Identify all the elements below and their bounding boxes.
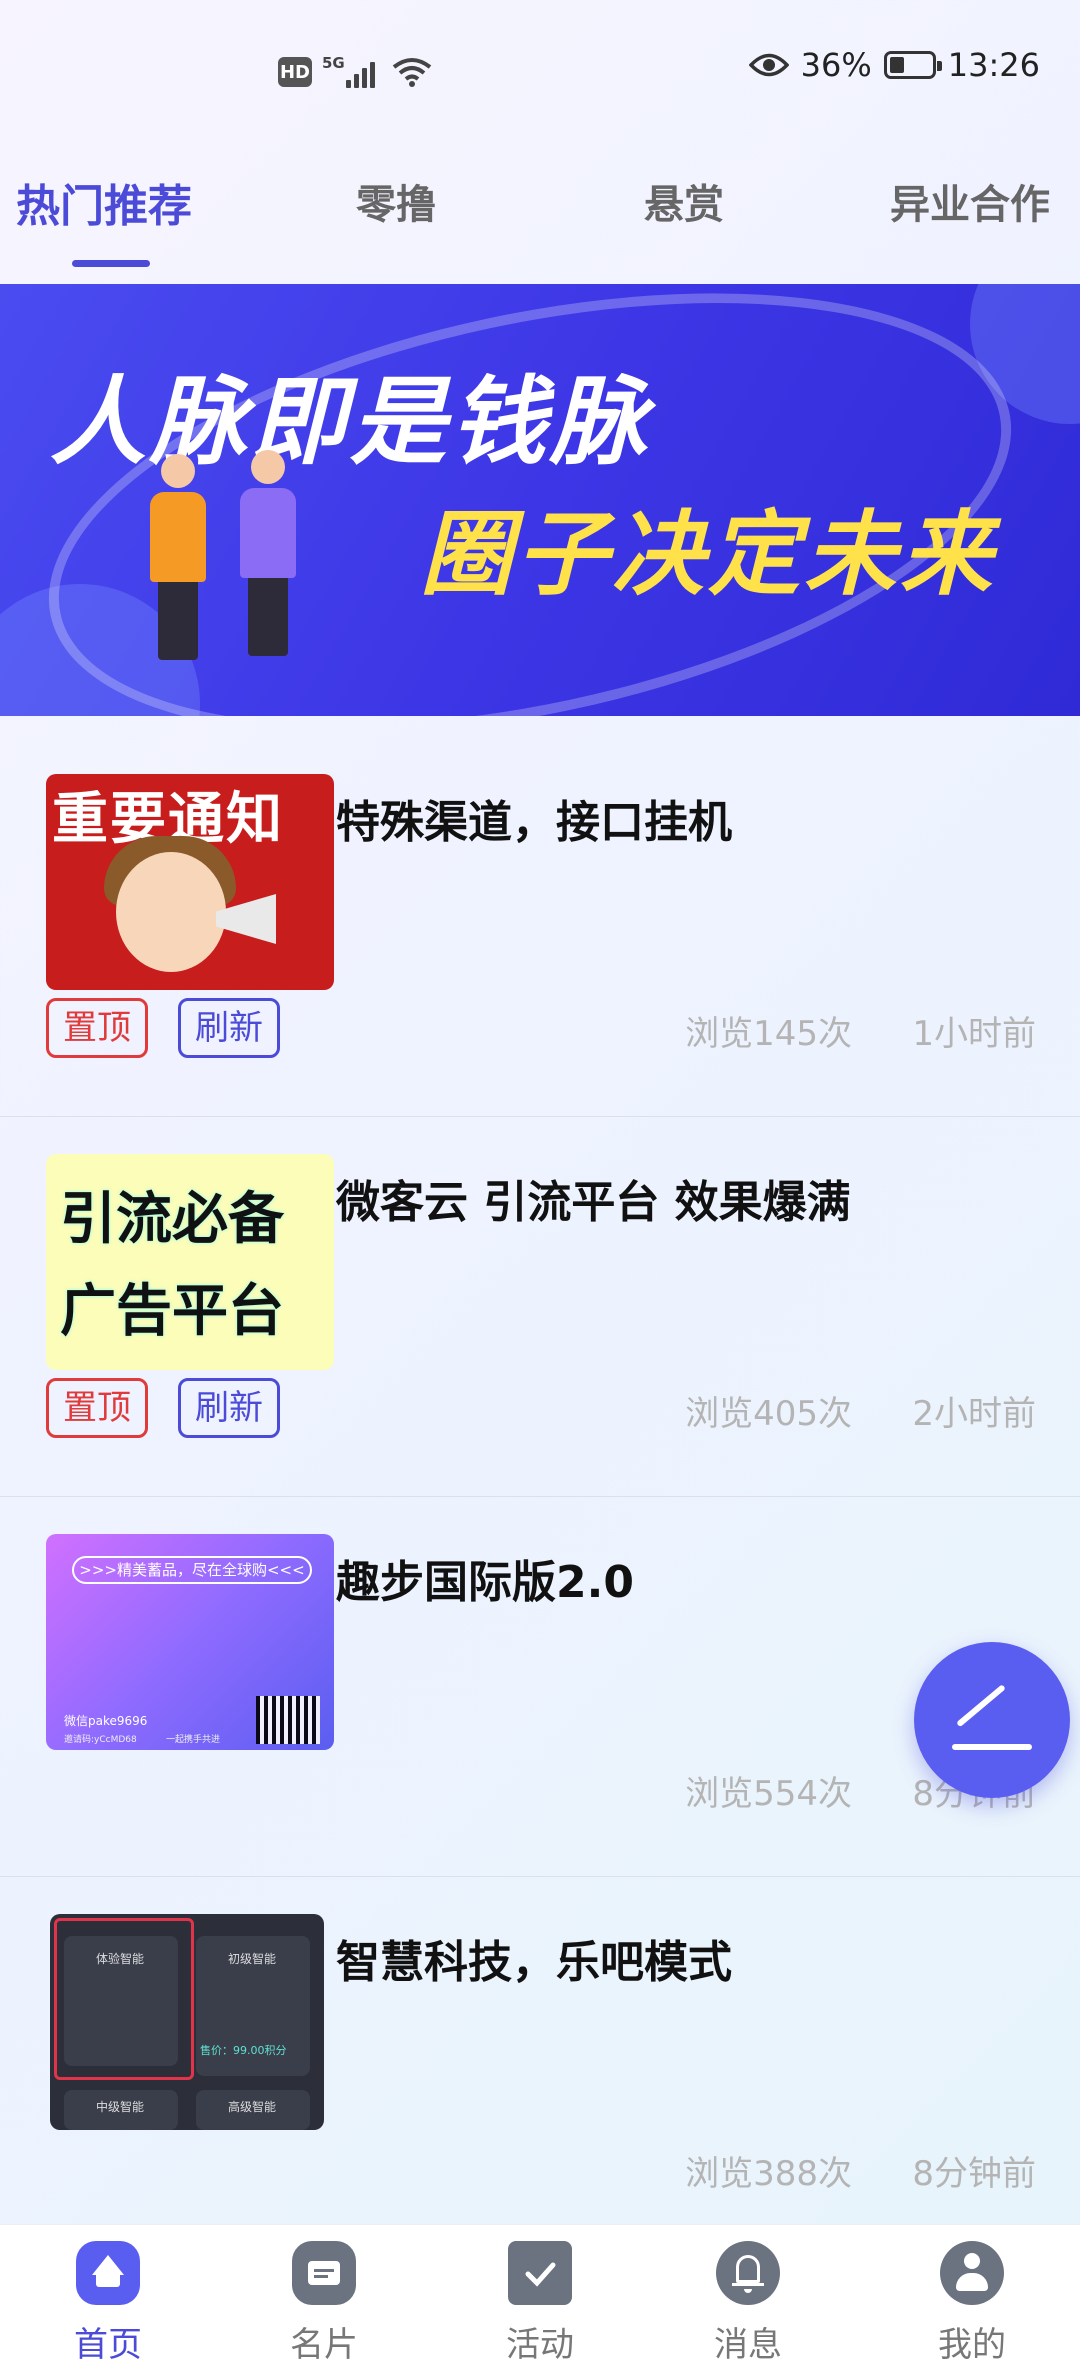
thumbnail-text: >>>精美蓄品，尽在全球购<<<	[72, 1556, 312, 1584]
thumbnail-wechat: 微信pake9696	[64, 1714, 148, 1728]
bell-icon	[716, 2241, 780, 2305]
nav-label: 活动	[506, 2325, 574, 2365]
card-icon	[292, 2241, 356, 2305]
status-left: HD 5G	[278, 52, 432, 92]
bottom-nav: 首页 名片 活动 消息 我的	[0, 2224, 1080, 2377]
post-thumbnail: 体验智能 初级智能 中级智能 高级智能 售价：99.00积分	[50, 1914, 324, 2130]
view-count: 浏览145次	[685, 1014, 852, 1054]
selection-frame	[54, 1918, 194, 2080]
thumbnail-text: 引流必备	[60, 1187, 284, 1252]
thumbnail-code: 邀请码:yCcMD68	[64, 1735, 137, 1745]
signal-label: 5G	[322, 54, 345, 72]
post-card[interactable]: 体验智能 初级智能 中级智能 高级智能 售价：99.00积分 智慧科技，乐吧模式…	[0, 1876, 1080, 2256]
status-right: 36% 13:26	[748, 46, 1040, 84]
battery-percent: 36%	[800, 46, 872, 84]
nav-label: 消息	[714, 2325, 782, 2365]
person-illustration	[150, 454, 206, 660]
thumbnail-label: 体验智能	[96, 1952, 145, 1966]
post-title: 微客云 引流平台 效果爆满	[336, 1177, 851, 1228]
nav-card[interactable]: 名片	[264, 2241, 384, 2366]
nav-label: 名片	[290, 2325, 358, 2365]
post-card[interactable]: 引流必备 广告平台 微客云 引流平台 效果爆满 置顶 刷新 浏览405次 2小时…	[0, 1116, 1080, 1497]
nav-activity[interactable]: 活动	[480, 2241, 600, 2366]
refresh-tag-button[interactable]: 刷新	[178, 1378, 280, 1438]
battery-fill	[889, 57, 904, 73]
refresh-tag-button[interactable]: 刷新	[178, 998, 280, 1058]
home-icon	[76, 2241, 140, 2305]
tab-zero[interactable]: 零撸	[356, 172, 436, 230]
nav-home[interactable]: 首页	[48, 2241, 168, 2366]
view-count: 浏览554次	[685, 1774, 852, 1814]
top-tabs: 热门推荐 零撸 悬赏 异业合作	[0, 160, 1080, 280]
person-illustration	[240, 450, 296, 656]
clock: 13:26	[947, 46, 1040, 84]
post-title: 趣步国际版2.0	[336, 1557, 634, 1608]
eye-icon	[748, 53, 789, 77]
nav-messages[interactable]: 消息	[688, 2241, 808, 2366]
banner-subheadline: 圈子决定未来	[420, 501, 997, 608]
wifi-icon	[392, 58, 432, 87]
tab-cooperation[interactable]: 异业合作	[890, 172, 1050, 230]
user-icon	[940, 2241, 1004, 2305]
nav-profile[interactable]: 我的	[912, 2241, 1032, 2366]
thumbnail-label: 初级智能	[228, 1952, 277, 1966]
thumbnail-label: 高级智能	[228, 2100, 277, 2114]
banner-headline: 人脉即是钱脉	[50, 366, 650, 478]
view-count: 浏览405次	[685, 1394, 852, 1434]
tab-hot[interactable]: 热门推荐	[16, 170, 192, 234]
post-title: 智慧科技，乐吧模式	[336, 1937, 732, 1988]
tab-bounty[interactable]: 悬赏	[644, 172, 724, 230]
thumbnail-text: 广告平台	[60, 1279, 284, 1344]
promo-banner[interactable]: 人脉即是钱脉 圈子决定未来	[0, 284, 1080, 716]
post-card[interactable]: >>>精美蓄品，尽在全球购<<< 微信pake9696 邀请码:yCcMD68 …	[0, 1496, 1080, 1877]
post-thumbnail: 引流必备 广告平台	[46, 1154, 334, 1370]
nav-label: 我的	[938, 2325, 1006, 2365]
activity-icon	[508, 2241, 572, 2305]
qr-code-icon	[256, 1696, 320, 1744]
post-time: 8分钟前	[912, 2154, 1036, 2194]
post-card[interactable]: 重要通知 特殊渠道，接口挂机 置顶 刷新 浏览145次 1小时前	[0, 736, 1080, 1117]
post-thumbnail: 重要通知	[46, 774, 334, 990]
post-time: 2小时前	[912, 1394, 1036, 1434]
view-count: 浏览388次	[685, 2154, 852, 2194]
active-tab-indicator	[72, 260, 150, 267]
signal-icon: 5G	[322, 52, 382, 92]
hd-icon: HD	[278, 57, 312, 87]
battery-icon	[883, 51, 942, 79]
thumbnail-slogan: 一起携手共进	[166, 1735, 221, 1745]
thumbnail-label: 中级智能	[96, 2100, 145, 2114]
status-bar: HD 5G 36% 13:26	[0, 0, 1080, 150]
nav-label: 首页	[74, 2325, 142, 2365]
create-post-button[interactable]	[914, 1642, 1070, 1798]
post-thumbnail: >>>精美蓄品，尽在全球购<<< 微信pake9696 邀请码:yCcMD68 …	[46, 1534, 334, 1750]
post-time: 1小时前	[912, 1014, 1036, 1054]
thumbnail-price: 售价：99.00积分	[200, 2044, 287, 2057]
pin-tag-button[interactable]: 置顶	[46, 1378, 148, 1438]
pin-tag-button[interactable]: 置顶	[46, 998, 148, 1058]
post-title: 特殊渠道，接口挂机	[336, 797, 732, 848]
